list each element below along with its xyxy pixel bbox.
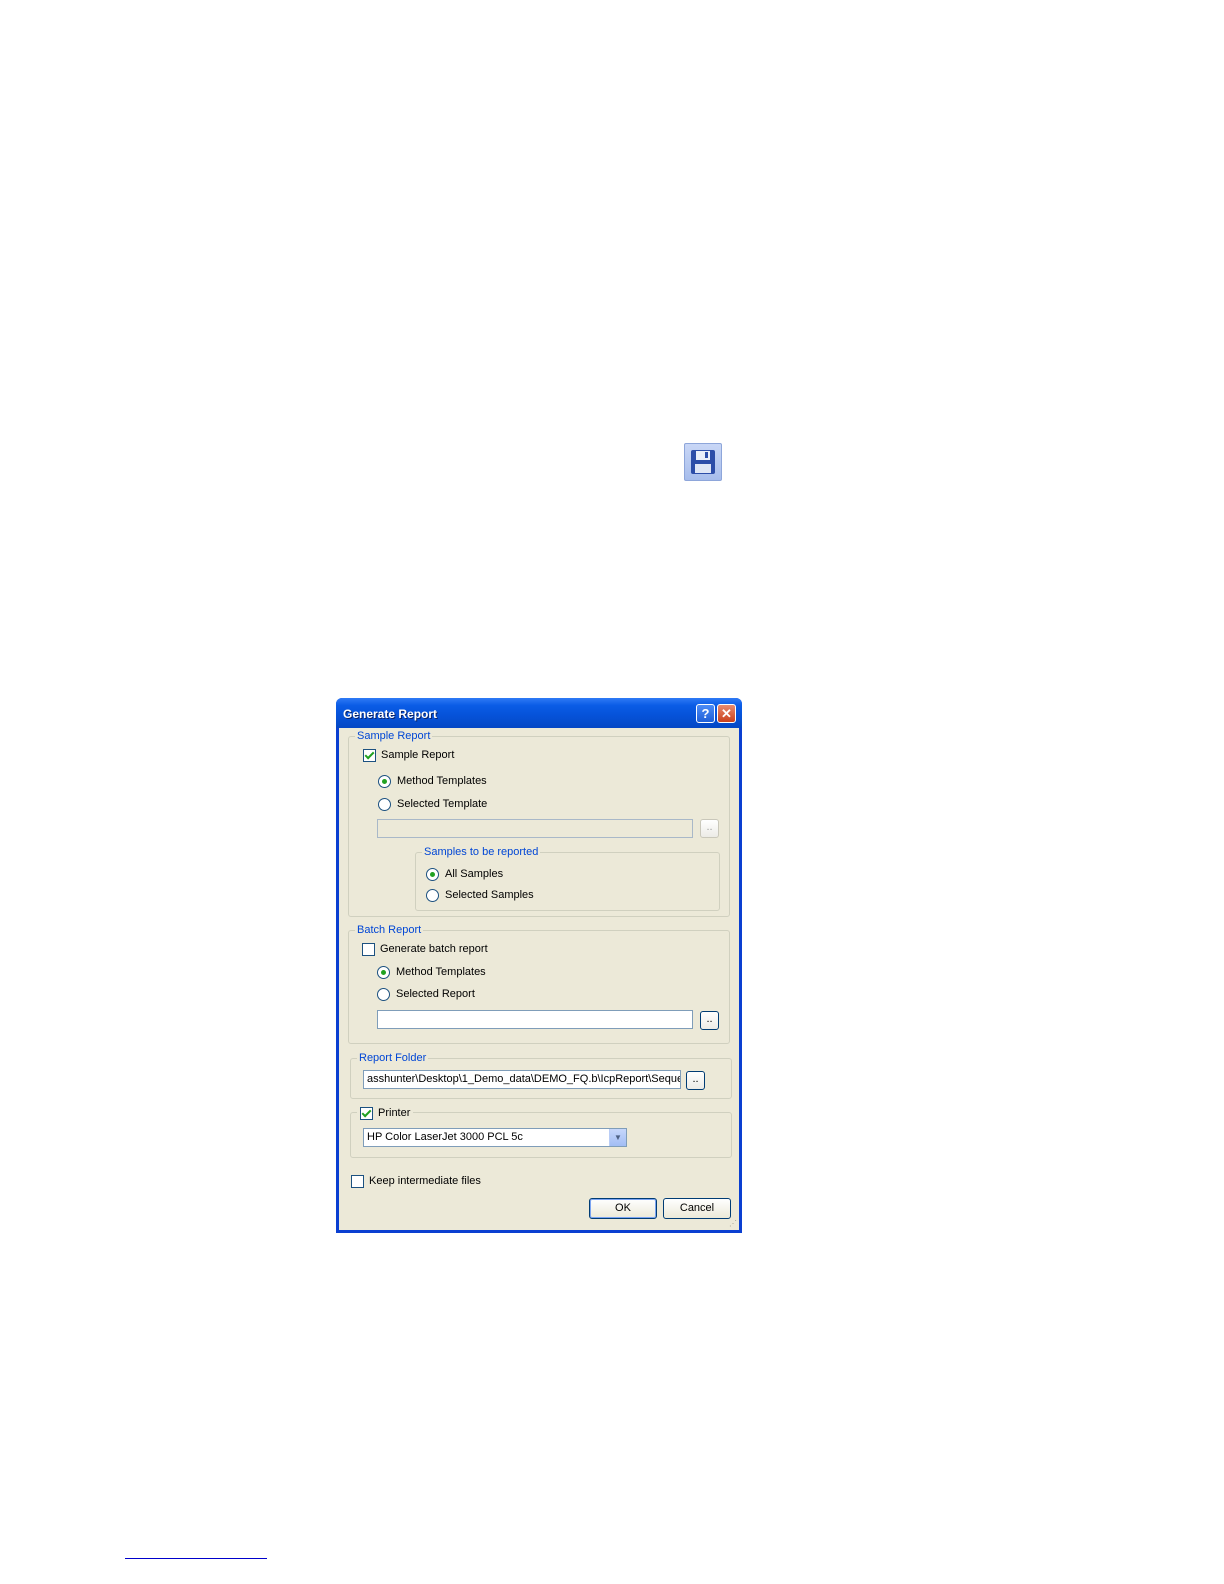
selected-report-radio-row[interactable]: Selected Report	[377, 986, 475, 1002]
selected-template-radio-row[interactable]: Selected Template	[378, 796, 487, 812]
samples-group-legend: Samples to be reported	[422, 845, 541, 859]
printer-label: Printer	[378, 1107, 411, 1120]
batch-report-legend: Batch Report	[355, 923, 424, 937]
help-button[interactable]: ?	[696, 704, 715, 723]
generate-batch-report-checkbox[interactable]	[362, 942, 375, 956]
close-button[interactable]: ✕	[717, 704, 736, 723]
keep-intermediate-files-checkbox[interactable]	[351, 1174, 364, 1188]
all-samples-radio[interactable]	[426, 867, 439, 881]
printer-selected-value: HP Color LaserJet 3000 PCL 5c	[367, 1131, 523, 1143]
generate-batch-report-label: Generate batch report	[380, 943, 488, 956]
dialog-body: Sample Report Sample Report Method Templ…	[339, 728, 739, 1230]
method-templates-radio-row[interactable]: Method Templates	[378, 773, 487, 789]
method-templates-label: Method Templates	[397, 775, 487, 788]
sample-report-group: Sample Report Sample Report Method Templ…	[348, 729, 730, 917]
batch-method-templates-row[interactable]: Method Templates	[377, 964, 486, 980]
printer-checkbox[interactable]	[360, 1106, 373, 1120]
save-icon[interactable]	[684, 443, 722, 481]
all-samples-label: All Samples	[445, 868, 504, 881]
report-folder-path-field[interactable]: asshunter\Desktop\1_Demo_data\DEMO_FQ.b\…	[363, 1070, 681, 1089]
chevron-down-icon[interactable]: ▼	[609, 1129, 626, 1146]
sample-report-legend: Sample Report	[355, 729, 433, 743]
ok-button[interactable]: OK	[589, 1198, 657, 1219]
report-folder-browse-button[interactable]: ..	[686, 1071, 705, 1090]
batch-report-group: Batch Report Generate batch report Metho…	[348, 923, 730, 1044]
sample-report-checkbox-label: Sample Report	[381, 749, 455, 762]
all-samples-radio-row[interactable]: All Samples	[426, 866, 503, 882]
batch-method-templates-radio[interactable]	[377, 965, 390, 979]
report-folder-group: Report Folder asshunter\Desktop\1_Demo_d…	[350, 1051, 732, 1099]
selected-template-label: Selected Template	[397, 798, 488, 811]
resize-grip-icon[interactable]: ⋰	[729, 1219, 737, 1228]
keep-intermediate-files-label: Keep intermediate files	[369, 1175, 481, 1188]
method-templates-radio[interactable]	[378, 774, 391, 788]
dialog-title: Generate Report	[343, 707, 438, 721]
report-path-field[interactable]	[377, 1010, 693, 1029]
batch-method-templates-label: Method Templates	[396, 966, 486, 979]
template-path-field[interactable]	[377, 819, 693, 838]
selected-samples-radio-row[interactable]: Selected Samples	[426, 887, 534, 903]
cancel-button[interactable]: Cancel	[663, 1198, 731, 1219]
selected-template-radio[interactable]	[378, 797, 391, 811]
template-browse-button[interactable]: ..	[700, 819, 719, 838]
printer-group: Printer HP Color LaserJet 3000 PCL 5c ▼	[350, 1105, 732, 1158]
report-folder-legend: Report Folder	[357, 1051, 429, 1065]
title-bar: Generate Report ? ✕	[336, 698, 742, 728]
sample-report-checkbox[interactable]	[363, 748, 376, 762]
report-browse-button[interactable]: ..	[700, 1011, 719, 1030]
selected-report-radio[interactable]	[377, 987, 390, 1001]
sample-report-checkbox-row[interactable]: Sample Report	[363, 747, 454, 763]
printer-select[interactable]: HP Color LaserJet 3000 PCL 5c ▼	[363, 1128, 627, 1147]
samples-to-be-reported-group: Samples to be reported All Samples Selec…	[415, 845, 720, 911]
keep-files-row[interactable]: Keep intermediate files	[351, 1173, 481, 1189]
generate-batch-checkbox-row[interactable]: Generate batch report	[362, 941, 488, 957]
selected-samples-radio[interactable]	[426, 888, 439, 902]
selected-report-label: Selected Report	[396, 988, 475, 1001]
footer-divider	[125, 1558, 267, 1559]
generate-report-dialog: Generate Report ? ✕ Sample Report Sample…	[336, 698, 742, 1233]
printer-checkbox-row[interactable]: Printer	[357, 1105, 414, 1121]
selected-samples-label: Selected Samples	[445, 889, 534, 902]
